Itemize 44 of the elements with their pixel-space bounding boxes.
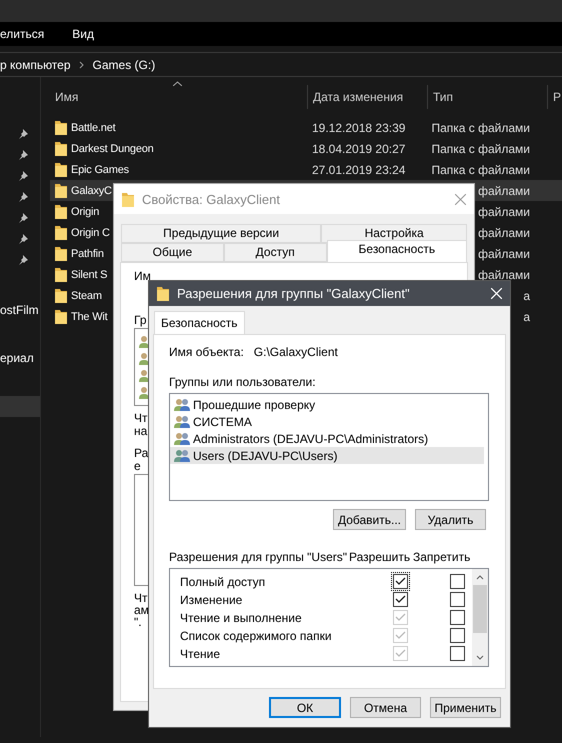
file-name: GalaxyC bbox=[71, 184, 112, 196]
file-type: файлами bbox=[478, 246, 530, 260]
file-type: файлами bbox=[478, 204, 530, 218]
file-name: Darkest Dungeon bbox=[71, 142, 154, 154]
window-title: Свойства: GalaxyClient bbox=[142, 192, 282, 206]
file-name: Steam bbox=[71, 290, 102, 302]
file-name: Silent S bbox=[71, 268, 108, 280]
text-fragment: Чт bbox=[134, 411, 148, 424]
text-fragment: Гр bbox=[134, 313, 146, 327]
permissions-label: Разрешения для группы "Users" bbox=[169, 550, 348, 564]
file-type: файлами bbox=[478, 268, 530, 282]
allow-header: Разрешить bbox=[349, 550, 412, 564]
file-date: 19.12.2018 23:39 bbox=[311, 120, 406, 134]
file-type: а bbox=[523, 288, 530, 302]
text-fragment: ам bbox=[134, 603, 149, 615]
file-name: Pathfin bbox=[71, 248, 104, 260]
window-title: Разрешения для группы "GalaxyClient" bbox=[177, 286, 411, 301]
file-type: файлами bbox=[478, 184, 530, 198]
file-type: а bbox=[523, 310, 530, 324]
file-name: Epic Games bbox=[71, 164, 129, 176]
file-name: The Wit bbox=[71, 310, 108, 322]
permission-name: Чтение bbox=[180, 646, 222, 660]
groups-label: Группы или пользователи: bbox=[169, 375, 317, 389]
text-fragment: Ра bbox=[134, 446, 148, 459]
object-name-label: Имя объекта: G:\GalaxyClient bbox=[169, 345, 339, 359]
permission-name: Изменение bbox=[180, 592, 244, 606]
file-name: Origin bbox=[71, 206, 100, 218]
text-fragment: ". bbox=[134, 615, 142, 627]
deny-header: Запретить bbox=[413, 550, 472, 564]
file-date: 27.01.2019 23:24 bbox=[311, 162, 406, 176]
permission-name: Чтение и выполнение bbox=[180, 610, 303, 624]
text-fragment: е bbox=[134, 459, 141, 472]
permission-name: Список содержимого папки bbox=[180, 628, 333, 642]
file-name: Origin C bbox=[71, 226, 110, 238]
text-fragment: на bbox=[134, 424, 148, 437]
permission-name: Полный доступ bbox=[180, 574, 266, 588]
file-name: Battle.net bbox=[71, 122, 116, 134]
file-date: 18.04.2019 20:27 bbox=[311, 142, 406, 156]
text-fragment: Им bbox=[134, 269, 151, 283]
file-type: Папка с файлами bbox=[431, 142, 530, 156]
file-type: файлами bbox=[478, 226, 530, 240]
text-fragment: Чт bbox=[134, 591, 148, 603]
file-type: Папка с файлами bbox=[431, 120, 530, 134]
file-type: Папка с файлами bbox=[431, 162, 530, 176]
